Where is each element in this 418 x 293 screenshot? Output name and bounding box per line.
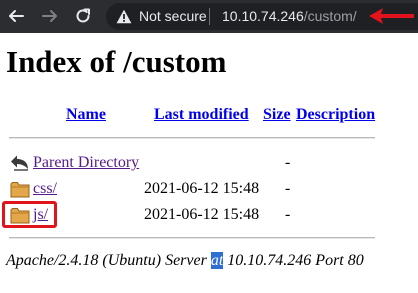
back-arrow-icon [9,10,24,22]
forward-arrow-icon [42,10,57,22]
size-value: - [285,154,291,171]
selected-text: at [210,252,224,269]
url-text[interactable]: 10.10.74.246/custom/ [222,8,357,24]
warning-triangle-icon[interactable] [116,9,132,24]
sort-by-last-modified-link[interactable]: Last modified [154,105,249,125]
back-folder-icon [11,155,28,171]
size-value: - [285,206,291,223]
security-status-label[interactable]: Not secure [139,8,207,24]
last-modified-value: 2021-06-12 15:48 [144,206,260,223]
list-item-js: js/ 2021-06-12 15:48 - [0,203,418,227]
last-modified-value: 2021-06-12 15:48 [144,180,260,197]
css-folder-link[interactable]: css/ [33,179,57,199]
header-divider [9,137,375,139]
url-separator [209,8,210,25]
server-signature-host: 10.10.74.246 Port 80 [223,252,364,269]
sort-by-size-link[interactable]: Size [263,105,291,125]
url-host: 10.10.74.246 [222,8,304,24]
js-highlight-annotation [2,201,57,228]
forward-button[interactable] [38,4,62,28]
page-title: Index of /custom [6,44,227,79]
folder-icon [10,182,30,198]
parent-directory-link[interactable]: Parent Directory [33,153,139,173]
url-path: /custom/ [303,8,357,24]
list-item-css: css/ 2021-06-12 15:48 - [0,177,418,201]
size-value: - [285,180,291,197]
sort-by-name-link[interactable]: Name [66,105,106,125]
sort-by-description-link[interactable]: Description [296,105,375,125]
reload-icon [76,8,90,23]
server-signature: Apache/2.4.18 (Ubuntu) Server at 10.10.7… [6,251,364,271]
footer-divider [9,237,375,239]
back-button[interactable] [4,4,28,28]
list-item-parent-directory: Parent Directory - [0,151,418,175]
reload-button[interactable] [71,4,95,28]
server-signature-text: Apache/2.4.18 (Ubuntu) Server [6,252,211,269]
red-arrow-annotation-icon [369,8,414,24]
browser-toolbar: Not secure 10.10.74.246/custom/ [0,0,418,33]
